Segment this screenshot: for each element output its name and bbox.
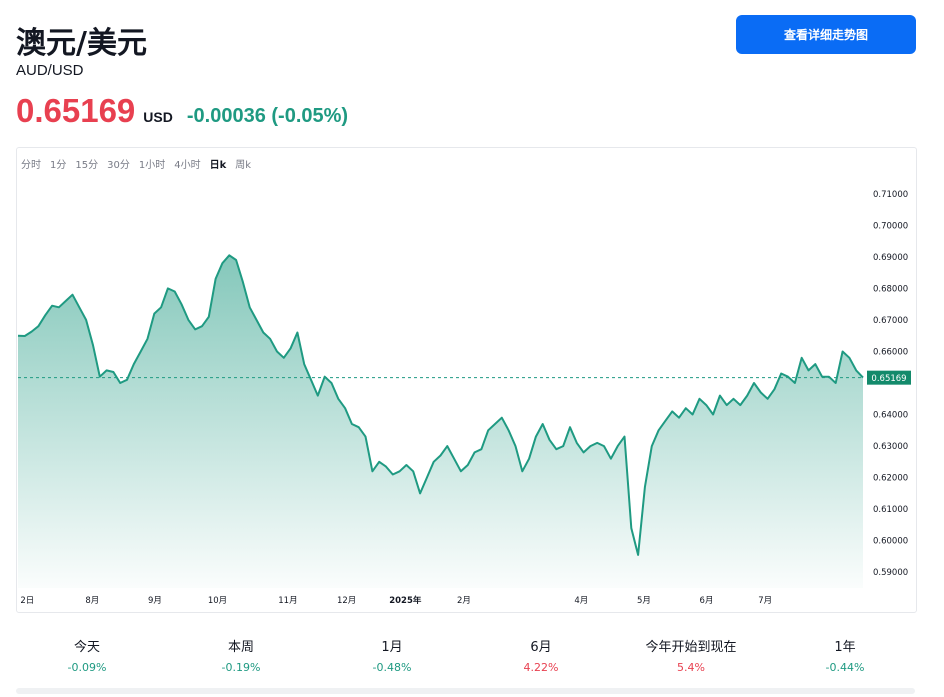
y-tick-label: 0.62000 <box>873 474 908 484</box>
performance-value: -0.48% <box>372 661 412 674</box>
x-tick-label: 4月 <box>574 596 588 606</box>
page-subtitle: AUD/USD <box>16 62 84 79</box>
x-tick-label: 10月 <box>208 596 227 606</box>
performance-item: 6月 4.22% <box>466 636 616 674</box>
y-tick-label: 0.60000 <box>873 537 908 547</box>
y-tick-label: 0.68000 <box>873 284 908 294</box>
x-tick-label: 2025年 <box>389 595 422 606</box>
price-chart[interactable]: 0.65169 0.71000 0.70000 0.69000 0.68000 0.670… <box>17 148 916 612</box>
y-tick-label: 0.66000 <box>873 347 908 357</box>
performance-item: 1月 -0.48% <box>317 636 467 674</box>
price-change: -0.00036 (-0.05%) <box>186 105 349 127</box>
y-tick-label: 0.59000 <box>873 568 908 578</box>
price-row: 0.65169 USD -0.00036 (-0.05%) <box>16 92 348 130</box>
performance-value: -0.09% <box>67 661 107 674</box>
x-tick-label: 2月 <box>457 596 471 606</box>
performance-label: 本周 <box>227 640 254 655</box>
y-tick-label: 0.71000 <box>873 190 908 200</box>
performance-value: 4.22% <box>523 661 559 674</box>
y-tick-label: 0.64000 <box>873 411 908 421</box>
page-title: 澳元/美元 <box>16 26 147 61</box>
current-price: 0.65169 <box>16 92 136 129</box>
performance-item: 今年开始到现在 5.4% <box>616 636 766 674</box>
performance-label: 1年 <box>834 640 856 655</box>
y-tick-label: 0.61000 <box>873 505 908 515</box>
y-tick-label: 0.63000 <box>873 442 908 452</box>
x-tick-label: 8月 <box>85 596 99 606</box>
performance-item: 本周 -0.19% <box>166 636 316 674</box>
performance-label: 今年开始到现在 <box>645 640 737 655</box>
x-tick-label: 6月 <box>700 596 714 606</box>
performance-item: 今天 -0.09% <box>12 636 162 674</box>
x-tick-label: 9月 <box>148 596 162 606</box>
detail-chart-button[interactable]: 查看详细走势图 <box>736 15 916 54</box>
performance-value: 5.4% <box>677 661 705 674</box>
x-tick-label: 11月 <box>278 596 297 606</box>
last-price-label: 0.65169 <box>871 374 906 384</box>
x-tick-label: 7月 <box>758 596 772 606</box>
x-tick-label: 12月 <box>337 596 356 606</box>
performance-value: -0.19% <box>221 661 261 674</box>
performance-label: 今天 <box>73 640 100 655</box>
performance-label: 1月 <box>381 640 403 655</box>
x-tick-label: 5月 <box>637 596 651 606</box>
x-tick-label: 2日 <box>20 596 34 606</box>
performance-label: 6月 <box>530 640 552 655</box>
performance-value: -0.44% <box>825 661 865 674</box>
performance-item: 1年 -0.44% <box>770 636 920 674</box>
price-area-fill <box>18 255 863 589</box>
y-tick-label: 0.70000 <box>873 221 908 231</box>
y-tick-label: 0.69000 <box>873 253 908 263</box>
bottom-scrollbar[interactable] <box>16 688 915 694</box>
price-currency: USD <box>143 109 173 125</box>
chart-panel: 分时 1分 15分 30分 1小时 4小时 日k 周k 0.65169 0.710… <box>16 147 917 613</box>
y-tick-label: 0.67000 <box>873 316 908 326</box>
